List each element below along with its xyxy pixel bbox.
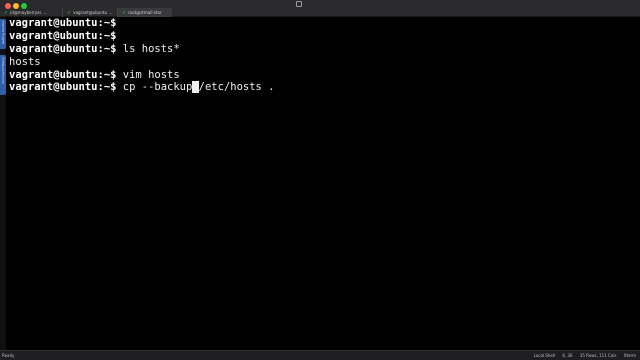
status-bar: Ready Local Shell 6, 36 35 Rows, 111 Col… xyxy=(0,350,640,360)
sidebar-item-label: Command History xyxy=(1,57,5,85)
shell-prompt: vagrant@ubuntu:~$ xyxy=(9,29,117,42)
terminal-line: hosts xyxy=(9,56,634,69)
status-terminal-type: Xterm xyxy=(623,353,636,358)
command-text: vim hosts xyxy=(116,68,180,81)
terminal-line: vagrant@ubuntu:~$ xyxy=(9,17,634,30)
sidebar-item-label: Getting Started xyxy=(1,21,5,45)
status-shell: Local Shell xyxy=(533,353,556,358)
shell-prompt: vagrant@ubuntu:~$ xyxy=(9,17,117,29)
chevron-down-icon[interactable]: ⌄ xyxy=(43,10,46,15)
terminal-line: vagrant@ubuntu:~$ ls hosts* xyxy=(9,43,634,56)
shell-prompt: vagrant@ubuntu:~$ xyxy=(9,68,117,81)
tab-label: root@stmail-star xyxy=(128,10,162,15)
window-title-icon xyxy=(296,1,302,7)
terminal-line: vagrant@ubuntu:~$ vim hosts xyxy=(9,69,634,82)
tab-session-2[interactable]: ✓ vagrant@ubuntu ⌄ xyxy=(62,8,117,17)
tab-bar: ✓ jd@mayberryss ⌄ ✓ vagrant@ubuntu ⌄ ✓ root@s… xyxy=(0,8,640,17)
status-details: Local Shell 6, 36 35 Rows, 111 Cols Xter… xyxy=(528,351,636,360)
shell-prompt: vagrant@ubuntu:~$ xyxy=(9,81,117,94)
check-icon: ✓ xyxy=(4,10,9,16)
chevron-down-icon[interactable]: ⌄ xyxy=(109,10,112,15)
tab-session-3[interactable]: ✓ root@stmail-star xyxy=(117,8,172,17)
command-text: ls hosts* xyxy=(116,42,180,55)
tab-label: vagrant@ubuntu xyxy=(73,10,108,15)
terminal-line: vagrant@ubuntu:~$ xyxy=(9,30,634,43)
output-text: hosts xyxy=(9,55,41,68)
tab-label: jd@mayberryss xyxy=(10,10,42,15)
sidebar-item-getting-started[interactable]: Getting Started xyxy=(0,19,6,49)
command-text: cp --backup xyxy=(116,81,193,94)
sidebar-item-command-history[interactable]: Command History xyxy=(0,55,6,95)
terminal-output[interactable]: vagrant@ubuntu:~$ vagrant@ubuntu:~$ vagr… xyxy=(9,17,634,350)
status-cursor-position: 6, 36 xyxy=(562,353,573,358)
command-text: /etc/hosts . xyxy=(198,81,275,94)
title-bar: ✓ jd@mayberryss ⌄ ✓ vagrant@ubuntu ⌄ ✓ root@s… xyxy=(0,0,640,17)
shell-prompt: vagrant@ubuntu:~$ xyxy=(9,42,117,55)
sidebar: Getting Started Command History xyxy=(0,17,6,350)
tab-session-1[interactable]: ✓ jd@mayberryss ⌄ xyxy=(0,8,62,17)
status-text: Ready xyxy=(2,353,15,358)
check-icon: ✓ xyxy=(122,10,127,16)
check-icon: ✓ xyxy=(67,10,72,16)
status-terminal-size: 35 Rows, 111 Cols xyxy=(579,353,617,358)
terminal-line-current: vagrant@ubuntu:~$ cp --backup /etc/hosts… xyxy=(9,81,634,94)
